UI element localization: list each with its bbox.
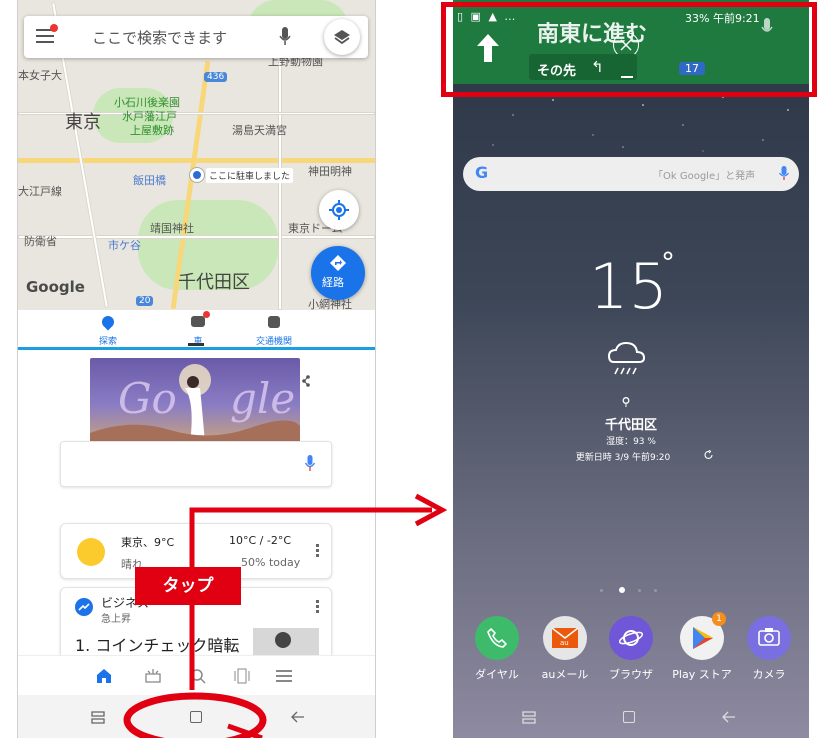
tap-callout: タップ — [135, 567, 241, 605]
annotation-arrows — [123, 493, 448, 738]
